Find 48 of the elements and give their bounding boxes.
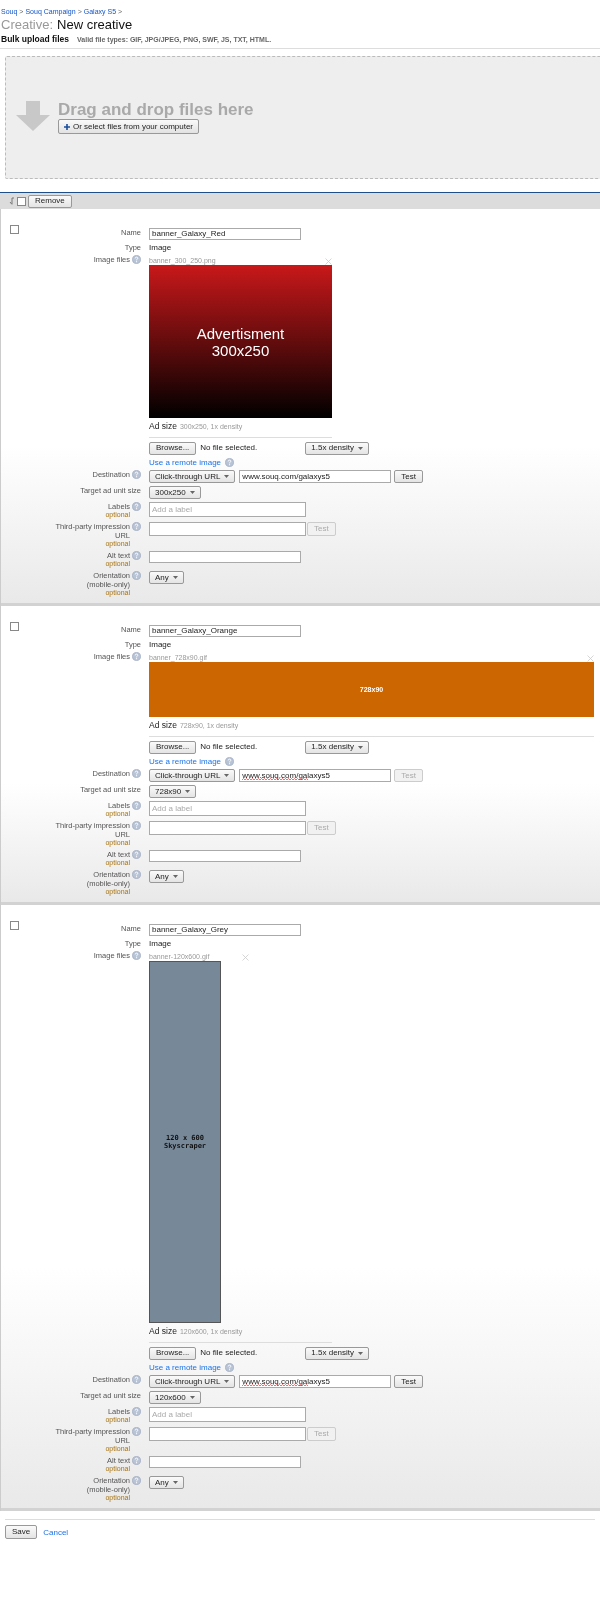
url-field[interactable]: www.souq.com/galaxys5 xyxy=(239,1375,392,1389)
test-button[interactable]: Test xyxy=(394,1375,424,1389)
test-button[interactable]: Test xyxy=(394,470,424,484)
dropdown[interactable]: Click-through URL xyxy=(149,769,236,783)
select-files-button[interactable]: Or select files from your computer xyxy=(58,119,200,135)
dropdown[interactable]: 1.5x density xyxy=(305,441,370,455)
dropdown[interactable]: 1.5x density xyxy=(305,740,370,754)
labels-field[interactable]: Add a label xyxy=(149,801,306,817)
name-field[interactable]: banner_Galaxy_Orange xyxy=(149,625,301,637)
dropdown[interactable]: 120x600 xyxy=(149,1391,201,1405)
section-heading: Bulk upload files xyxy=(1,34,69,45)
file-status: No file selected. xyxy=(200,443,259,454)
type-value: Image xyxy=(149,938,172,948)
name-field[interactable]: banner_Galaxy_Grey xyxy=(149,924,301,936)
dropdown[interactable]: 300x250 xyxy=(149,486,201,500)
labels-field[interactable]: Add a label xyxy=(149,502,306,518)
ad-size-label: Ad size xyxy=(149,421,177,432)
save-button[interactable]: Save xyxy=(5,1525,38,1540)
url-field[interactable]: www.souq.com/galaxys5 xyxy=(239,470,392,484)
dropdown[interactable]: Click-through URL xyxy=(149,470,236,484)
dropdown[interactable]: 1.5x density xyxy=(305,1346,370,1360)
remote-image-link[interactable]: Use a remote image xyxy=(149,756,222,767)
remote-image-link[interactable]: Use a remote image xyxy=(149,457,222,468)
preview-text: Advertisment 300x250 xyxy=(196,324,285,359)
browse-button[interactable]: Browse... xyxy=(149,740,197,754)
dropdown[interactable]: Any xyxy=(149,1476,184,1490)
browse-button[interactable]: Browse... xyxy=(149,441,197,455)
url-field[interactable]: www.souq.com/galaxys5 xyxy=(239,769,392,783)
drop-hint: Drag and drop files here xyxy=(58,101,254,120)
remove-button[interactable]: Remove xyxy=(28,194,72,208)
type-value: Image xyxy=(149,243,172,252)
ad-size-label: Ad size xyxy=(149,720,177,731)
name-field[interactable]: banner_Galaxy_Red xyxy=(149,228,301,240)
labels-field[interactable]: Add a label xyxy=(149,1407,306,1423)
dropdown[interactable]: Any xyxy=(149,870,184,884)
dropdown[interactable]: Any xyxy=(149,571,184,585)
ad-size-label: Ad size xyxy=(149,1326,177,1337)
file-status: No file selected. xyxy=(200,742,259,753)
dropdown[interactable]: 728x90 xyxy=(149,785,197,799)
dropdown[interactable]: Click-through URL xyxy=(149,1375,236,1389)
file-status: No file selected. xyxy=(200,1348,259,1358)
page-title: New creative xyxy=(57,18,133,31)
title-prefix: Creative: xyxy=(1,18,54,31)
drop-zone[interactable]: Drag and drop files here Or select files from your computer xyxy=(5,56,600,180)
remote-image-link[interactable]: Use a remote image xyxy=(149,1362,222,1373)
cancel-link[interactable]: Cancel xyxy=(43,1527,69,1538)
type-value: Image xyxy=(149,639,172,649)
browse-button[interactable]: Browse... xyxy=(149,1346,197,1360)
